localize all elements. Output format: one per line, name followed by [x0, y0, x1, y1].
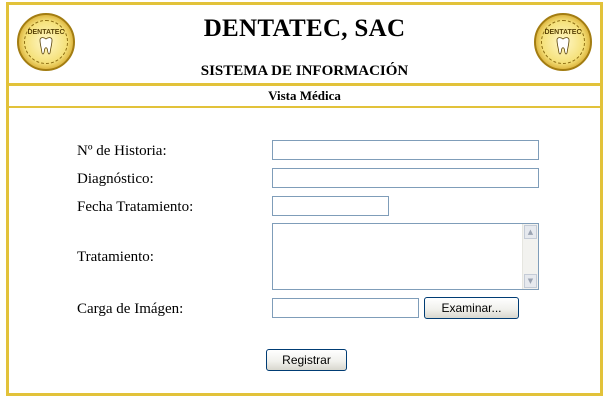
scroll-up-icon[interactable]: ▲ [524, 225, 537, 239]
header: DENTATEC DENTATEC, SAC SISTEMA DE INFORM… [9, 5, 600, 81]
registrar-button[interactable]: Registrar [266, 349, 347, 371]
page-subtitle: SISTEMA DE INFORMACIÓN [200, 63, 409, 79]
tratamiento-textarea[interactable]: ▲ ▼ [272, 223, 539, 290]
section-title: Vista Médica [268, 88, 341, 103]
page-frame: DENTATEC DENTATEC, SAC SISTEMA DE INFORM… [6, 2, 603, 396]
carga-label: Carga de Imágen: [77, 301, 184, 317]
historia-input[interactable] [272, 140, 539, 160]
logo-seal-icon: DENTATEC [534, 13, 592, 71]
page-title: DENTATEC, SAC [203, 15, 406, 42]
file-path-input[interactable] [272, 298, 419, 318]
historia-label: Nº de Historia: [77, 143, 167, 159]
scroll-down-icon[interactable]: ▼ [524, 274, 537, 288]
diagnostico-input[interactable] [272, 168, 539, 188]
browse-button[interactable]: Examinar... [424, 297, 519, 319]
logo-text: DENTATEC [544, 28, 582, 36]
diagnostico-label: Diagnóstico: [77, 171, 154, 187]
textarea-scrollbar[interactable]: ▲ ▼ [522, 224, 538, 289]
section-divider [9, 106, 600, 108]
tooth-icon [556, 36, 570, 54]
header-divider [9, 83, 600, 86]
fecha-label: Fecha Tratamiento: [77, 199, 194, 215]
tratamiento-label: Tratamiento: [77, 249, 154, 265]
fecha-input[interactable] [272, 196, 389, 216]
